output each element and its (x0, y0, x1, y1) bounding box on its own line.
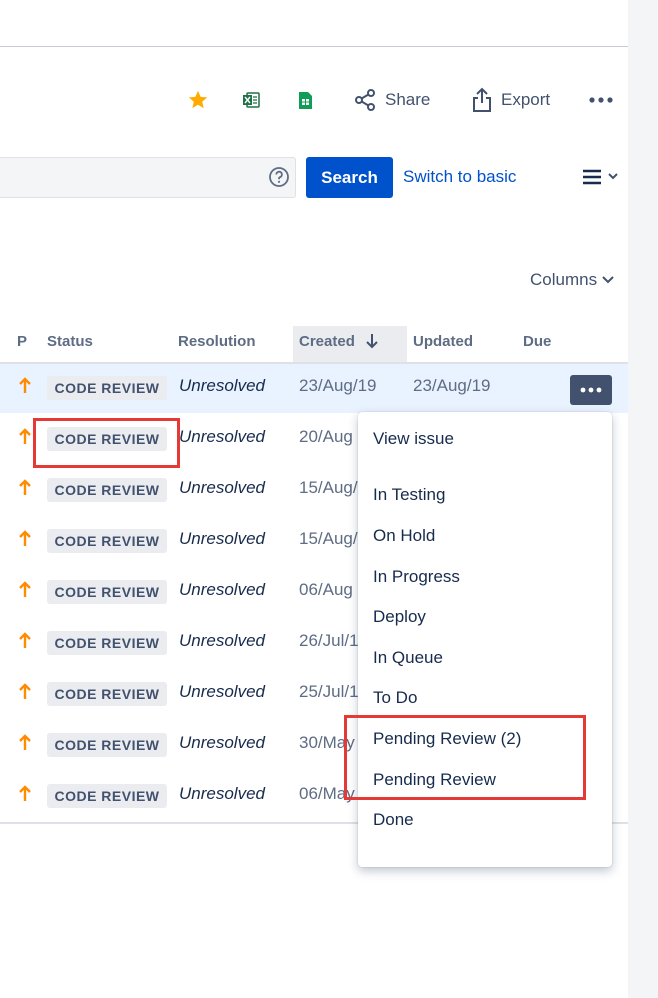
share-icon (355, 89, 375, 111)
list-view-icon[interactable] (582, 168, 620, 193)
resolution-cell: Unresolved (179, 733, 265, 752)
status-badge: CODE REVIEW (47, 580, 167, 604)
menu-item-in-progress[interactable]: In Progress (373, 567, 460, 587)
menu-item-deploy[interactable]: Deploy (373, 607, 426, 627)
menu-item-on-hold[interactable]: On Hold (373, 526, 435, 546)
created-cell: 15/Aug/ (299, 529, 358, 548)
switch-to-basic-link[interactable]: Switch to basic (403, 167, 516, 187)
priority-high-icon (19, 428, 31, 444)
menu-item-to-do[interactable]: To Do (373, 688, 417, 708)
export-icon (473, 87, 491, 112)
menu-item-view-issue[interactable]: View issue (373, 429, 454, 449)
excel-export-icon[interactable] (242, 86, 260, 114)
export-label: Export (501, 90, 551, 109)
status-badge: CODE REVIEW (47, 682, 167, 706)
resolution-cell: Unresolved (179, 784, 265, 803)
table-row[interactable]: CODE REVIEW Unresolved 23/Aug/19 23/Aug/… (0, 363, 628, 414)
export-button[interactable]: Export (471, 86, 550, 114)
updated-cell: 23/Aug/19 (413, 376, 491, 395)
sort-descending-icon[interactable] (365, 333, 379, 349)
right-gutter (628, 0, 658, 998)
priority-high-icon (19, 479, 31, 495)
menu-item-in-queue[interactable]: In Queue (373, 648, 443, 668)
resolution-cell: Unresolved (179, 580, 265, 599)
priority-high-icon (19, 581, 31, 597)
status-badge: CODE REVIEW (47, 529, 167, 553)
resolution-cell: Unresolved (179, 427, 265, 446)
resolution-cell: Unresolved (179, 376, 265, 395)
priority-header[interactable]: P (17, 333, 27, 350)
help-icon[interactable] (268, 166, 290, 193)
favorite-star-icon[interactable] (187, 86, 209, 114)
created-cell: 06/Aug (299, 580, 353, 599)
top-divider (0, 46, 628, 47)
status-badge: CODE REVIEW (47, 784, 167, 808)
resolution-cell: Unresolved (179, 529, 265, 548)
status-header[interactable]: Status (47, 333, 93, 350)
more-icon (580, 387, 602, 393)
resolution-header[interactable]: Resolution (178, 333, 256, 350)
resolution-cell: Unresolved (179, 631, 265, 650)
more-actions-icon[interactable] (588, 86, 614, 114)
priority-high-icon (19, 734, 31, 750)
columns-button[interactable]: Columns (530, 270, 614, 290)
created-cell: 23/Aug/19 (299, 376, 377, 395)
priority-high-icon (19, 530, 31, 546)
resolution-cell: Unresolved (179, 682, 265, 701)
priority-high-icon (19, 377, 31, 393)
created-cell: 20/Aug (299, 427, 353, 446)
created-cell: 26/Jul/1 (299, 631, 359, 650)
share-label: Share (385, 90, 431, 109)
priority-high-icon (19, 632, 31, 648)
annotation-highlight-pending-review (344, 715, 586, 800)
status-badge: CODE REVIEW (47, 631, 167, 655)
jql-search-input[interactable] (0, 157, 296, 198)
created-header[interactable]: Created (299, 333, 355, 350)
menu-item-done[interactable]: Done (373, 810, 414, 830)
due-header[interactable]: Due (523, 333, 551, 350)
status-badge: CODE REVIEW (47, 733, 167, 757)
columns-label: Columns (530, 270, 598, 289)
chevron-down-icon (602, 276, 614, 284)
resolution-cell: Unresolved (179, 478, 265, 497)
updated-header[interactable]: Updated (413, 333, 473, 350)
row-actions-button[interactable] (570, 375, 612, 405)
status-badge: CODE REVIEW (47, 478, 167, 502)
created-cell: 25/Jul/1 (299, 682, 359, 701)
menu-item-in-testing[interactable]: In Testing (373, 485, 445, 505)
search-button[interactable]: Search (306, 157, 393, 198)
created-cell: 15/Aug/ (299, 478, 358, 497)
priority-high-icon (19, 683, 31, 699)
google-sheets-icon[interactable] (298, 86, 313, 114)
share-button[interactable]: Share (353, 86, 430, 114)
status-badge: CODE REVIEW (47, 376, 167, 400)
priority-high-icon (19, 785, 31, 801)
annotation-highlight-status (33, 418, 180, 468)
